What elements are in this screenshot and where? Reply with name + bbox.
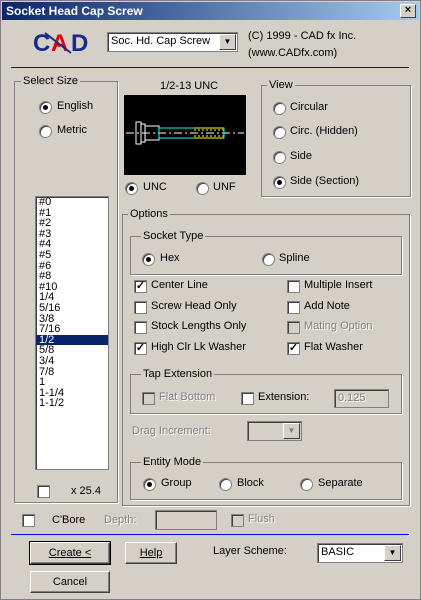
- depth-input: [155, 510, 217, 530]
- chevron-down-icon: ▼: [283, 423, 300, 439]
- high-clr-lk-washer-checkbox[interactable]: ✓: [134, 342, 147, 355]
- socket-spline-radio[interactable]: [262, 253, 275, 266]
- list-item[interactable]: 5/16: [36, 303, 108, 314]
- view-circular-label[interactable]: Circular: [290, 101, 328, 113]
- screw-head-only-checkbox[interactable]: [134, 301, 147, 314]
- view-label: View: [267, 79, 295, 91]
- mating-option-label: Mating Option: [304, 320, 373, 332]
- view-circ-hidden-radio[interactable]: [273, 126, 286, 139]
- scale-label: x 25.4: [71, 485, 101, 497]
- entity-separate-label[interactable]: Separate: [318, 477, 363, 489]
- english-label[interactable]: English: [57, 100, 93, 112]
- title-bar[interactable]: Socket Head Cap Screw ×: [2, 2, 419, 20]
- create-button[interactable]: Create <: [29, 541, 111, 565]
- socket-spline-label[interactable]: Spline: [279, 252, 310, 264]
- unf-label[interactable]: UNF: [213, 181, 236, 193]
- tap-extension-label: Tap Extension: [141, 368, 215, 380]
- options-label: Options: [128, 208, 170, 220]
- view-side-section-label[interactable]: Side (Section): [290, 175, 359, 187]
- extension-label[interactable]: Extension:: [258, 391, 309, 403]
- flat-washer-checkbox[interactable]: ✓: [287, 342, 300, 355]
- flush-label: Flush: [248, 513, 275, 525]
- view-circ-hidden-label[interactable]: Circ. (Hidden): [290, 125, 358, 137]
- entity-mode-label: Entity Mode: [141, 456, 204, 468]
- dialog-window: Socket Head Cap Screw × C A D Soc. Hd. C…: [0, 0, 421, 600]
- screw-head-only-label[interactable]: Screw Head Only: [151, 300, 237, 312]
- metric-label[interactable]: Metric: [57, 124, 87, 136]
- socket-type-label: Socket Type: [141, 230, 206, 242]
- extension-checkbox[interactable]: [241, 392, 254, 405]
- view-side-radio[interactable]: [273, 151, 286, 164]
- screw-preview-icon: [126, 121, 244, 145]
- stock-lengths-label[interactable]: Stock Lengths Only: [151, 320, 246, 332]
- layer-scheme-value: BASIC: [321, 546, 355, 558]
- cbore-label[interactable]: C'Bore: [52, 514, 85, 526]
- preview-caption: 1/2-13 UNC: [160, 80, 219, 92]
- svg-text:D: D: [71, 30, 88, 57]
- center-line-checkbox[interactable]: ✓: [134, 280, 147, 293]
- flat-washer-label[interactable]: Flat Washer: [304, 341, 363, 353]
- help-button[interactable]: Help: [125, 542, 177, 564]
- chevron-down-icon[interactable]: ▼: [384, 545, 401, 561]
- english-radio[interactable]: [39, 101, 52, 114]
- metric-radio[interactable]: [39, 125, 52, 138]
- entity-group-radio[interactable]: [143, 478, 156, 491]
- socket-hex-radio[interactable]: [142, 253, 155, 266]
- header-separator: [11, 67, 409, 68]
- center-line-label[interactable]: Center Line: [151, 279, 208, 291]
- stock-lengths-checkbox[interactable]: [134, 321, 147, 334]
- list-item[interactable]: 1-1/2: [36, 398, 108, 409]
- preview-image: [124, 95, 246, 175]
- cadfx-logo-icon: C A D: [33, 30, 88, 57]
- multiple-insert-label[interactable]: Multiple Insert: [304, 279, 372, 291]
- entity-separate-radio[interactable]: [300, 478, 313, 491]
- entity-block-label[interactable]: Block: [237, 477, 264, 489]
- flat-bottom-label: Flat Bottom: [159, 391, 216, 403]
- extension-value: 0.125: [338, 392, 366, 404]
- copyright-text: (C) 1999 - CAD fx Inc.: [248, 30, 357, 42]
- mating-option-checkbox: [287, 321, 300, 334]
- fastener-type-select[interactable]: Soc. Hd. Cap Screw ▼: [107, 32, 238, 52]
- entity-block-radio[interactable]: [219, 478, 232, 491]
- scale-checkbox[interactable]: [37, 485, 50, 498]
- select-size-label: Select Size: [21, 75, 81, 87]
- unc-label[interactable]: UNC: [143, 181, 167, 193]
- extension-input: 0.125: [334, 389, 389, 408]
- view-side-section-radio[interactable]: [273, 176, 286, 189]
- unc-radio[interactable]: [125, 182, 138, 195]
- help-button-label: Help: [139, 547, 163, 559]
- footer-separator: [11, 534, 409, 535]
- website-text: (www.CADfx.com): [248, 47, 338, 59]
- flush-checkbox: [231, 514, 244, 527]
- high-clr-lk-washer-label[interactable]: High Clr Lk Washer: [151, 341, 246, 353]
- create-button-label: Create <: [48, 547, 92, 559]
- socket-hex-label[interactable]: Hex: [160, 252, 180, 264]
- list-item[interactable]: #5: [36, 250, 108, 261]
- unf-radio[interactable]: [196, 182, 209, 195]
- cbore-checkbox[interactable]: [22, 514, 35, 527]
- view-side-label[interactable]: Side: [290, 150, 312, 162]
- layer-scheme-label: Layer Scheme:: [213, 545, 287, 557]
- entity-group-label[interactable]: Group: [161, 477, 192, 489]
- list-item[interactable]: 3/4: [36, 356, 108, 367]
- add-note-checkbox[interactable]: [287, 301, 300, 314]
- close-button[interactable]: ×: [400, 4, 416, 18]
- chevron-down-icon[interactable]: ▼: [219, 34, 236, 50]
- cancel-button[interactable]: Cancel: [30, 571, 110, 593]
- add-note-label[interactable]: Add Note: [304, 300, 350, 312]
- drag-increment-select: ▼: [247, 421, 302, 441]
- fastener-type-value: Soc. Hd. Cap Screw: [111, 35, 211, 47]
- cancel-button-label: Cancel: [52, 576, 88, 588]
- list-item[interactable]: 7/8: [36, 366, 108, 378]
- list-item[interactable]: #0: [36, 197, 108, 208]
- multiple-insert-checkbox[interactable]: [287, 280, 300, 293]
- layer-scheme-select[interactable]: BASIC ▼: [317, 543, 403, 563]
- depth-label: Depth:: [104, 514, 137, 526]
- flat-bottom-checkbox: [142, 392, 155, 405]
- cadfx-logo: C A D: [31, 27, 101, 57]
- window-title: Socket Head Cap Screw: [6, 4, 143, 18]
- size-list[interactable]: #0 #1 #2 #3 #4 #5 #6 #8 #10 1/4 5/16 3/8…: [35, 196, 109, 470]
- drag-increment-label: Drag Increment:: [132, 425, 211, 437]
- view-circular-radio[interactable]: [273, 102, 286, 115]
